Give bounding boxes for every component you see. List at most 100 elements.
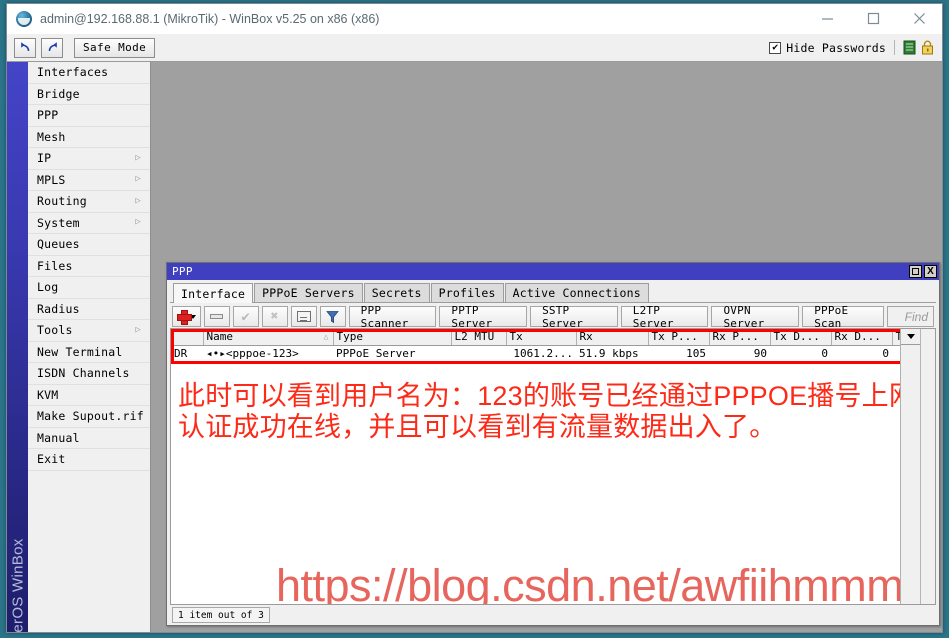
cell-l2mtu — [451, 345, 506, 362]
sidebar-item-exit[interactable]: Exit — [28, 449, 150, 471]
sidebar-item-log[interactable]: Log — [28, 277, 150, 299]
cell-flags: DR — [171, 345, 203, 362]
sstp-server-button[interactable]: SSTP Server — [530, 304, 618, 330]
maximize-button[interactable] — [850, 4, 896, 34]
sidebar-item-isdn-channels[interactable]: ISDN Channels — [28, 363, 150, 385]
sidebar-item-ppp[interactable]: PPP — [28, 105, 150, 127]
tab-secrets[interactable]: Secrets — [363, 283, 430, 302]
funnel-icon — [326, 310, 340, 323]
ppp-window-titlebar[interactable]: PPP X — [167, 263, 939, 280]
sidebar-item-mesh[interactable]: Mesh — [28, 127, 150, 148]
sidebar: RouterOS WinBox Interfaces Bridge PPP Me… — [7, 62, 151, 632]
col-tx-drops[interactable]: Tx D... — [770, 329, 832, 346]
sidebar-item-label: Files — [37, 258, 73, 273]
col-name[interactable]: Name △ — [203, 329, 334, 346]
remove-button[interactable] — [203, 306, 230, 327]
chevron-right-icon: ▷ — [135, 195, 141, 206]
sidebar-item-label: Radius — [37, 301, 80, 316]
sidebar-brand-strip: RouterOS WinBox — [7, 62, 28, 632]
enable-button[interactable]: ✔ — [232, 306, 259, 327]
col-name-label: Name — [206, 330, 234, 344]
filter-button[interactable] — [319, 306, 346, 327]
disable-button[interactable]: ✖ — [261, 306, 288, 327]
column-chooser[interactable] — [900, 329, 920, 604]
sidebar-item-routing[interactable]: Routing ▷ — [28, 191, 150, 213]
lock-icon[interactable] — [921, 40, 934, 55]
check-icon: ✔ — [241, 308, 250, 325]
hide-passwords-checkbox[interactable]: ✔ — [769, 41, 782, 54]
safe-mode-button[interactable]: Safe Mode — [74, 37, 156, 58]
maximize-icon — [912, 268, 919, 275]
sidebar-item-ip[interactable]: IP ▷ — [28, 148, 150, 170]
minus-icon — [210, 314, 224, 319]
sidebar-item-label: KVM — [37, 387, 59, 402]
column-chooser-button[interactable] — [901, 329, 920, 345]
col-flags[interactable] — [171, 329, 204, 346]
sidebar-item-queues[interactable]: Queues — [28, 234, 150, 256]
chevron-right-icon: ▷ — [135, 152, 141, 163]
sidebar-item-new-terminal[interactable]: New Terminal — [28, 342, 150, 363]
hide-passwords-group: ✔ Hide Passwords — [769, 40, 942, 55]
col-tx[interactable]: Tx — [506, 329, 577, 346]
sidebar-item-manual[interactable]: Manual — [28, 428, 150, 449]
app-body: RouterOS WinBox Interfaces Bridge PPP Me… — [7, 62, 942, 632]
sidebar-item-label: IP — [37, 151, 52, 166]
col-tx-errors[interactable]: Tx E... — [892, 329, 900, 346]
pptp-server-button[interactable]: PPTP Server — [439, 304, 528, 330]
chevron-right-icon: ▷ — [135, 174, 141, 185]
sidebar-item-label: Manual — [37, 430, 80, 445]
col-rx[interactable]: Rx — [576, 329, 649, 346]
ppp-window-content: Interface PPPoE Servers Secrets Profiles… — [167, 280, 939, 625]
l2tp-server-button[interactable]: L2TP Server — [620, 304, 709, 330]
sidebar-item-radius[interactable]: Radius — [28, 299, 150, 320]
annotation-text: 此时可以看到用户名为：123的账号已经通过PPPOE播号上网认证成功在线，并且可… — [178, 381, 900, 442]
tab-active-connections[interactable]: Active Connections — [504, 283, 649, 302]
col-l2mtu[interactable]: L2 MTU — [451, 329, 507, 346]
sidebar-item-make-supout[interactable]: Make Supout.rif — [28, 406, 150, 428]
sidebar-item-interfaces[interactable]: Interfaces — [28, 62, 150, 84]
sidebar-item-bridge[interactable]: Bridge — [28, 84, 150, 105]
col-type[interactable]: Type — [333, 329, 452, 346]
tab-pppoe-servers[interactable]: PPPoE Servers — [254, 283, 363, 302]
pppoe-scan-button[interactable]: PPPoE Scan — [802, 304, 885, 330]
main-toolbar: Safe Mode ✔ Hide Passwords — [7, 34, 942, 62]
undo-button[interactable] — [14, 37, 36, 58]
chevron-down-icon — [906, 334, 915, 339]
sidebar-item-label: PPP — [37, 108, 59, 123]
sidebar-item-mpls[interactable]: MPLS ▷ — [28, 170, 150, 191]
col-rx-drops[interactable]: Rx D... — [831, 329, 893, 346]
sidebar-item-system[interactable]: System ▷ — [28, 213, 150, 234]
cell-rx-drops: 0 — [831, 345, 892, 362]
tab-interface[interactable]: Interface — [173, 283, 254, 303]
cross-icon: ✖ — [270, 309, 279, 324]
ppp-close-button[interactable]: X — [924, 265, 937, 278]
col-rx-packets[interactable]: Rx P... — [709, 329, 771, 346]
window-title: admin@192.168.88.1 (MikroTik) - WinBox v… — [40, 11, 380, 26]
col-tx-packets[interactable]: Tx P... — [648, 329, 710, 346]
ppp-maximize-button[interactable] — [909, 265, 922, 278]
chevron-right-icon: ▷ — [135, 217, 141, 228]
cell-tx-errors: 0 — [892, 345, 900, 362]
close-button[interactable] — [896, 4, 942, 34]
vertical-scrollbar[interactable] — [920, 329, 935, 604]
sidebar-item-kvm[interactable]: KVM — [28, 385, 150, 406]
add-button[interactable] — [172, 306, 201, 327]
sidebar-item-files[interactable]: Files — [28, 256, 150, 277]
interface-table: Name △ Type L2 MTU Tx Rx Tx P... Rx P... … — [170, 328, 936, 605]
workspace: PPP X Interface PPPoE Servers Secrets Pr… — [151, 62, 942, 632]
session-icon[interactable] — [903, 40, 916, 55]
ppp-scanner-button[interactable]: PPP Scanner — [348, 304, 437, 330]
cell-rx: 51.9 kbps — [576, 345, 648, 362]
find-input[interactable]: Find — [887, 306, 934, 327]
tab-profiles[interactable]: Profiles — [430, 283, 504, 302]
sort-ascending-icon: △ — [323, 332, 329, 341]
minimize-button[interactable] — [804, 4, 850, 34]
winbox-globe-icon — [16, 10, 32, 27]
redo-button[interactable] — [41, 37, 63, 58]
table-row[interactable]: DR ◂•▸<pppoe-123> PPPoE Server 1061.2...… — [171, 345, 900, 362]
comment-button[interactable] — [290, 306, 317, 327]
sidebar-item-label: Exit — [37, 452, 66, 467]
sidebar-item-label: Bridge — [37, 86, 80, 101]
sidebar-item-tools[interactable]: Tools ▷ — [28, 320, 150, 342]
ovpn-server-button[interactable]: OVPN Server — [711, 304, 800, 330]
